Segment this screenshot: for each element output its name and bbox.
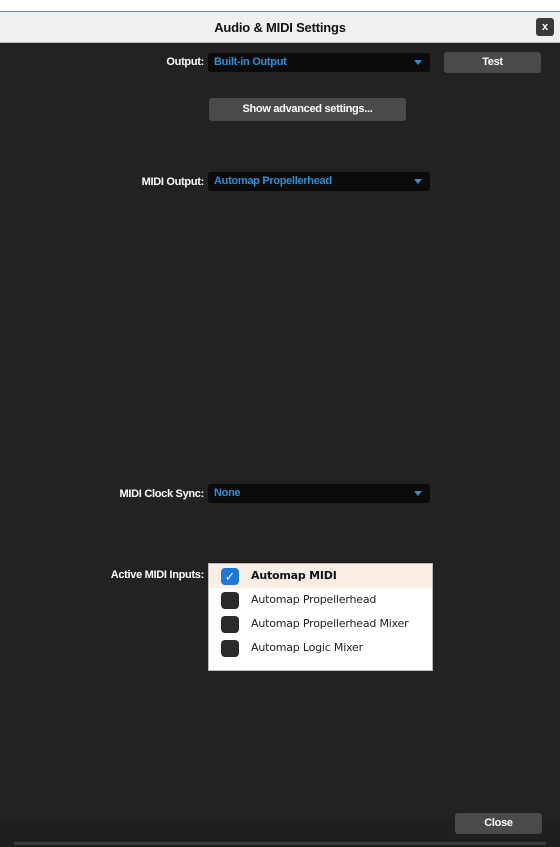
- output-label: Output:: [166, 56, 204, 68]
- midi-clock-sync-label: MIDI Clock Sync:: [119, 488, 205, 500]
- settings-panel: [0, 43, 560, 819]
- title-bar: Audio & MIDI Settings x: [0, 12, 560, 43]
- checkbox-icon[interactable]: [221, 592, 239, 609]
- list-item[interactable]: Automap Logic Mixer: [209, 636, 432, 660]
- midi-output-value: Automap Propellerhead: [214, 175, 332, 187]
- midi-clock-sync-value: None: [214, 487, 241, 499]
- window-title: Audio & MIDI Settings: [214, 20, 346, 35]
- midi-output-label: MIDI Output:: [141, 176, 205, 188]
- list-item[interactable]: ✓ Automap MIDI: [209, 564, 432, 588]
- list-item-label: Automap Propellerhead: [251, 593, 377, 606]
- midi-clock-sync-select[interactable]: None: [208, 484, 430, 503]
- checkbox-icon[interactable]: [221, 616, 239, 633]
- footer-divider: [14, 842, 546, 845]
- close-button[interactable]: Close: [455, 813, 542, 834]
- active-midi-inputs-label: Active MIDI Inputs:: [110, 569, 205, 581]
- test-button[interactable]: Test: [444, 52, 541, 73]
- chevron-down-icon: [414, 179, 422, 184]
- list-item[interactable]: Automap Propellerhead: [209, 588, 432, 612]
- list-item-label: Automap Logic Mixer: [251, 641, 363, 654]
- show-advanced-settings-button[interactable]: Show advanced settings...: [209, 98, 406, 121]
- active-midi-inputs-list: ✓ Automap MIDI Automap Propellerhead Aut…: [208, 563, 433, 671]
- chevron-down-icon: [414, 60, 422, 65]
- output-select[interactable]: Built-in Output: [208, 53, 430, 72]
- list-item[interactable]: Automap Propellerhead Mixer: [209, 612, 432, 636]
- output-value: Built-in Output: [214, 56, 287, 68]
- list-item-label: Automap Propellerhead Mixer: [251, 617, 409, 630]
- close-icon[interactable]: x: [536, 18, 554, 36]
- checkbox-icon[interactable]: [221, 640, 239, 657]
- checkmark-icon[interactable]: ✓: [221, 568, 239, 585]
- midi-output-select[interactable]: Automap Propellerhead: [208, 172, 430, 191]
- top-strip: [0, 0, 560, 12]
- list-item-label: Automap MIDI: [251, 569, 337, 582]
- chevron-down-icon: [414, 491, 422, 496]
